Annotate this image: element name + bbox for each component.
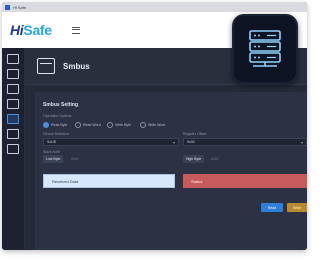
radio-label: Read Byte — [51, 123, 68, 127]
sidebar-item-monitor-icon[interactable] — [7, 69, 19, 79]
sidebar-item-info-icon[interactable] — [7, 144, 19, 154]
menu-icon[interactable] — [71, 26, 80, 34]
write-button-label: Write — [292, 205, 302, 210]
register-select-value: 0x00 — [187, 140, 195, 144]
sidebar-item-smbus-icon[interactable] — [7, 114, 19, 124]
radio-label: Read Word — [83, 123, 101, 127]
radio-label: Write Byte — [115, 123, 132, 127]
status-field: Status — [183, 174, 307, 188]
sidebar-item-gpio-icon[interactable] — [7, 84, 19, 94]
device-select[interactable]: SoUS ▾ — [43, 138, 179, 146]
radio-read-byte[interactable]: Read Byte — [43, 122, 67, 128]
app-icon — [5, 4, 10, 10]
card-title: Smbus Setting — [43, 102, 79, 108]
sidebar-item-watchdog-icon[interactable] — [7, 99, 19, 109]
radio-indicator — [43, 122, 49, 128]
logo-safe: Safe — [23, 22, 52, 38]
window-title: Hi Safe — [13, 4, 27, 10]
read-button[interactable]: Read — [261, 203, 283, 212]
read-button-label: Read — [267, 205, 277, 210]
chevron-down-icon: ▾ — [172, 139, 175, 145]
received-data-field: Received Data — [43, 174, 175, 188]
logo-hi: Hi — [10, 22, 24, 38]
operation-options-label: Operation Options — [43, 114, 72, 118]
sidebar — [2, 48, 25, 250]
radio-write-byte[interactable]: Write Byte — [107, 122, 131, 128]
sidebar-item-settings-icon[interactable] — [7, 129, 19, 139]
smbus-setting-card: Smbus Setting Operation Options Read Byt… — [35, 92, 307, 250]
page-title: Smbus — [63, 61, 90, 71]
server-stack-icon — [249, 30, 281, 67]
low-byte-tag: Low Byte — [43, 155, 64, 163]
radio-label: Write Word — [148, 123, 166, 127]
server-badge — [232, 14, 298, 84]
smbus-icon — [37, 58, 55, 74]
register-select[interactable]: 0x00 ▾ — [183, 138, 307, 146]
high-byte-tag: High Byte — [183, 155, 205, 163]
window-titlebar: Hi Safe — [2, 2, 307, 12]
register-offset-label: Register Offset — [183, 132, 207, 136]
chevron-down-icon: ▾ — [300, 139, 303, 145]
sidebar-item-dashboard-icon[interactable] — [7, 54, 19, 64]
device-select-value: SoUS — [47, 140, 57, 144]
slave-addr-label: Slave Addr — [43, 150, 60, 154]
radio-indicator — [75, 122, 81, 128]
radio-indicator — [107, 122, 113, 128]
logo: HiSafe — [10, 22, 52, 38]
radio-write-word[interactable]: Write Word — [140, 122, 165, 128]
write-button[interactable]: Write — [287, 203, 307, 212]
radio-read-word[interactable]: Read Word — [75, 122, 101, 128]
high-byte-value[interactable]: 0x00 — [211, 157, 219, 161]
low-byte-value[interactable]: 0x00 — [71, 157, 79, 161]
device-selection-label: Device Selection — [43, 132, 70, 136]
screenshot-frame: Hi Safe HiSafe Smbus Smbus Setting Opera… — [0, 0, 311, 260]
radio-indicator — [140, 122, 146, 128]
